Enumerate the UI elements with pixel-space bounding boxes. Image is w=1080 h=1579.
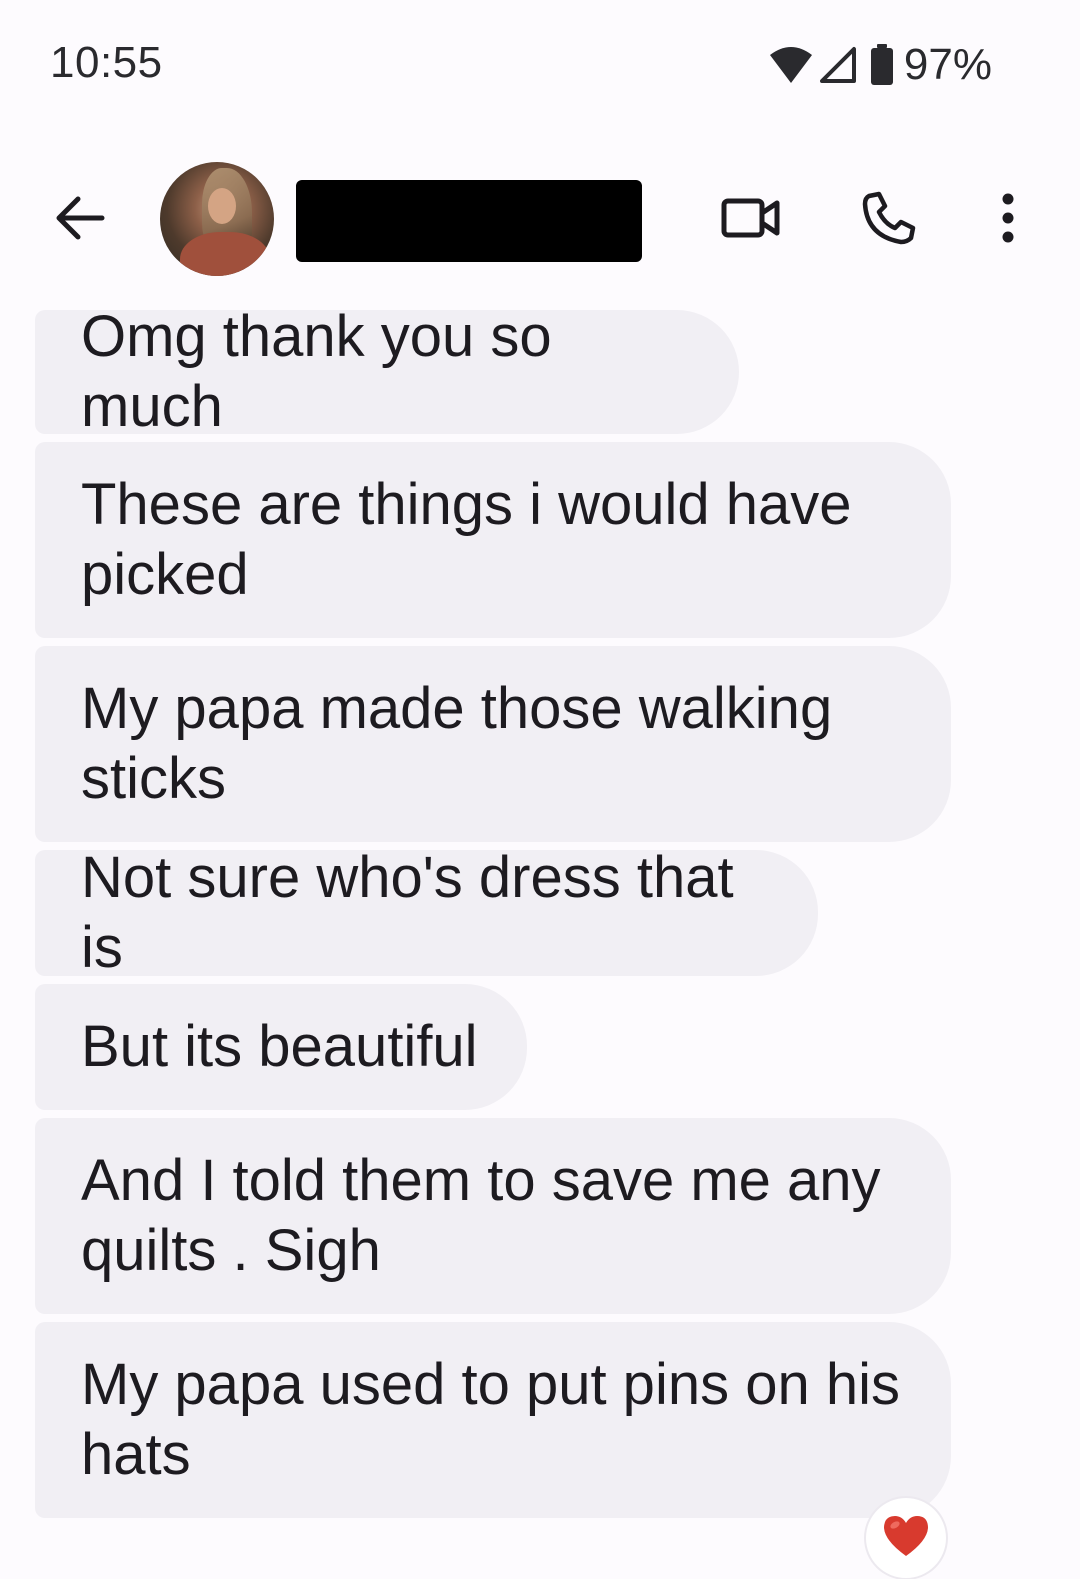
message-text: Not sure who's dress that is [81,845,750,980]
video-call-button[interactable] [711,180,791,260]
back-button[interactable] [40,180,120,260]
status-icons: 97% [768,40,992,90]
heart-reaction[interactable] [866,1498,946,1578]
message-text: My papa used to put pins on his hats [81,1352,917,1487]
battery-percent: 97% [903,40,992,89]
message-bubble[interactable]: And I told them to save me any quilts . … [35,1118,951,1314]
contact-avatar[interactable] [160,162,274,276]
message-text: Omg thank you so much [81,304,568,439]
status-bar: 10:55 97% [0,0,1080,130]
cellular-signal-icon [818,45,858,85]
status-time: 10:55 [50,38,163,87]
phone-icon [861,190,917,251]
message-bubble[interactable]: These are things i would have picked [35,442,951,638]
message-text: But its beautiful [81,1014,478,1079]
avatar-body [180,232,270,276]
message-bubble[interactable]: My papa used to put pins on his hats [35,1322,951,1518]
more-options-button[interactable] [968,180,1048,260]
message-text: These are things i would have picked [81,472,868,607]
voice-call-button[interactable] [849,180,929,260]
message-bubble[interactable]: Not sure who's dress that is [35,845,818,980]
avatar-face [208,188,236,224]
more-vertical-icon [1000,193,1016,248]
wifi-icon [768,45,814,85]
message-bubble[interactable]: My papa made those walking sticks [35,646,951,842]
message-text: And I told them to save me any quilts . … [81,1148,897,1283]
conversation-app-bar [0,150,1080,290]
heart-icon [881,1513,931,1564]
arrow-left-icon [54,194,106,247]
message-bubble[interactable]: Omg thank you so much [35,304,739,439]
message-bubble[interactable]: But its beautiful [35,984,527,1110]
contact-name-redacted[interactable] [296,180,642,262]
message-text: My papa made those walking sticks [81,676,849,811]
battery-icon [870,44,894,86]
video-camera-icon [721,197,781,244]
